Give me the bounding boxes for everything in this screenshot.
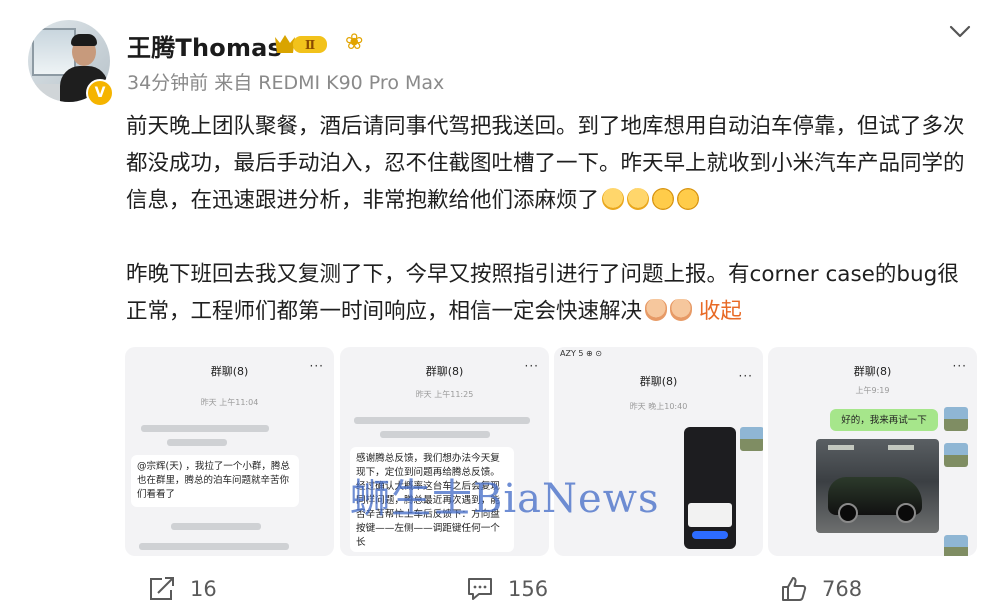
- more-icon: ···: [524, 359, 539, 373]
- chat-time: 昨天 上午11:25: [415, 390, 474, 399]
- laugh-cry-emoji-icon: [677, 188, 700, 210]
- blurred-text: [171, 523, 261, 530]
- post-image-1[interactable]: 群聊(8) ··· 昨天 上午11:04 @宗辉(天) ，我拉了一个小群，腾总也…: [125, 347, 334, 556]
- post-paragraph-1: 前天晚上团队聚餐，酒后请同事代驾把我送回。到了地库想用自动泊车停靠，但试了多次都…: [126, 114, 965, 213]
- chat-title: 群聊(8): [853, 365, 892, 378]
- chat-time: 昨天 上午11:04: [200, 398, 259, 407]
- like-icon: [782, 577, 807, 601]
- ceiling-light: [828, 445, 854, 450]
- verified-icon: V: [86, 79, 114, 107]
- post-meta: 34分钟前 来自 REDMI K90 Pro Max: [127, 72, 445, 94]
- chat-title: 群聊(8): [639, 375, 678, 388]
- chat-time: 昨天 晚上10:40: [629, 402, 688, 411]
- car-photo: [816, 439, 939, 533]
- chat-title: 群聊(8): [210, 365, 249, 378]
- share-count: 16: [190, 577, 217, 601]
- avatar: [944, 407, 968, 431]
- post-body: 前天晚上团队聚餐，酒后请同事代驾把我送回。到了地库想用自动泊车停靠，但试了多次都…: [126, 108, 976, 330]
- chat-title: 群聊(8): [425, 365, 464, 378]
- flower-icon: ❀: [345, 30, 364, 55]
- chat-time: 上午9:19: [855, 386, 890, 395]
- post-image-2[interactable]: 群聊(8) ··· 昨天 上午11:25 感谢腾总反馈，我们想办法今天复现下，定…: [340, 347, 549, 556]
- blurred-text: [139, 543, 289, 550]
- sweat-emoji-icon: [602, 188, 625, 210]
- like-count: 768: [822, 577, 863, 601]
- post-paragraph-2: 昨晚下班回去我又复测了下，今早又按照指引进行了问题上报。有corner case…: [126, 262, 959, 324]
- more-icon: ···: [738, 369, 753, 383]
- finger-heart-emoji-icon: [645, 299, 668, 321]
- dialog: [688, 503, 732, 527]
- share-icon: [150, 577, 174, 600]
- wheel: [838, 503, 858, 523]
- dialog-button: [692, 531, 728, 539]
- level-badge[interactable]: Ⅱ: [273, 31, 329, 57]
- username[interactable]: 王腾Thomas: [127, 28, 282, 63]
- car-app-screenshot: [684, 427, 736, 549]
- status-bar: AZY 5 ⊕ ⊙: [560, 349, 602, 358]
- avatar: [740, 427, 763, 451]
- ceiling-light: [888, 445, 914, 450]
- comment-button[interactable]: 156: [466, 572, 548, 606]
- share-button[interactable]: 16: [148, 572, 217, 606]
- chat-bubble: @宗辉(天) ，我拉了一个小群，腾总也在群里，腾总的泊车问题就辛苦你们看看了: [131, 455, 299, 507]
- blurred-text: [380, 431, 490, 438]
- avatar: [944, 535, 968, 556]
- blurred-text: [141, 425, 269, 432]
- watermark: 蛳生士BiaNews: [350, 476, 660, 522]
- post-image-4[interactable]: 群聊(8) ··· 上午9:19 好的，我来再试一下: [768, 347, 977, 556]
- collapse-link[interactable]: 收起: [699, 299, 742, 324]
- blurred-text: [354, 417, 530, 424]
- post-image-3[interactable]: AZY 5 ⊕ ⊙ 群聊(8) ··· 昨天 晚上10:40: [554, 347, 763, 556]
- car: [828, 477, 922, 523]
- chat-bubble: 好的，我来再试一下: [830, 409, 938, 431]
- comment-count: 156: [508, 577, 549, 601]
- more-icon: ···: [952, 359, 967, 373]
- like-button[interactable]: 768: [780, 572, 862, 606]
- wheel: [896, 503, 916, 523]
- avatar: [944, 443, 968, 467]
- finger-heart-emoji-icon: [670, 299, 693, 321]
- more-icon: ···: [309, 359, 324, 373]
- avatar-hair: [71, 34, 97, 46]
- sweat-emoji-icon: [627, 188, 650, 210]
- blurred-text: [167, 439, 227, 446]
- chevron-down-icon[interactable]: [947, 18, 973, 44]
- level-badge-text: Ⅱ: [305, 38, 315, 52]
- comment-icon: [468, 578, 492, 600]
- laugh-cry-emoji-icon: [652, 188, 675, 210]
